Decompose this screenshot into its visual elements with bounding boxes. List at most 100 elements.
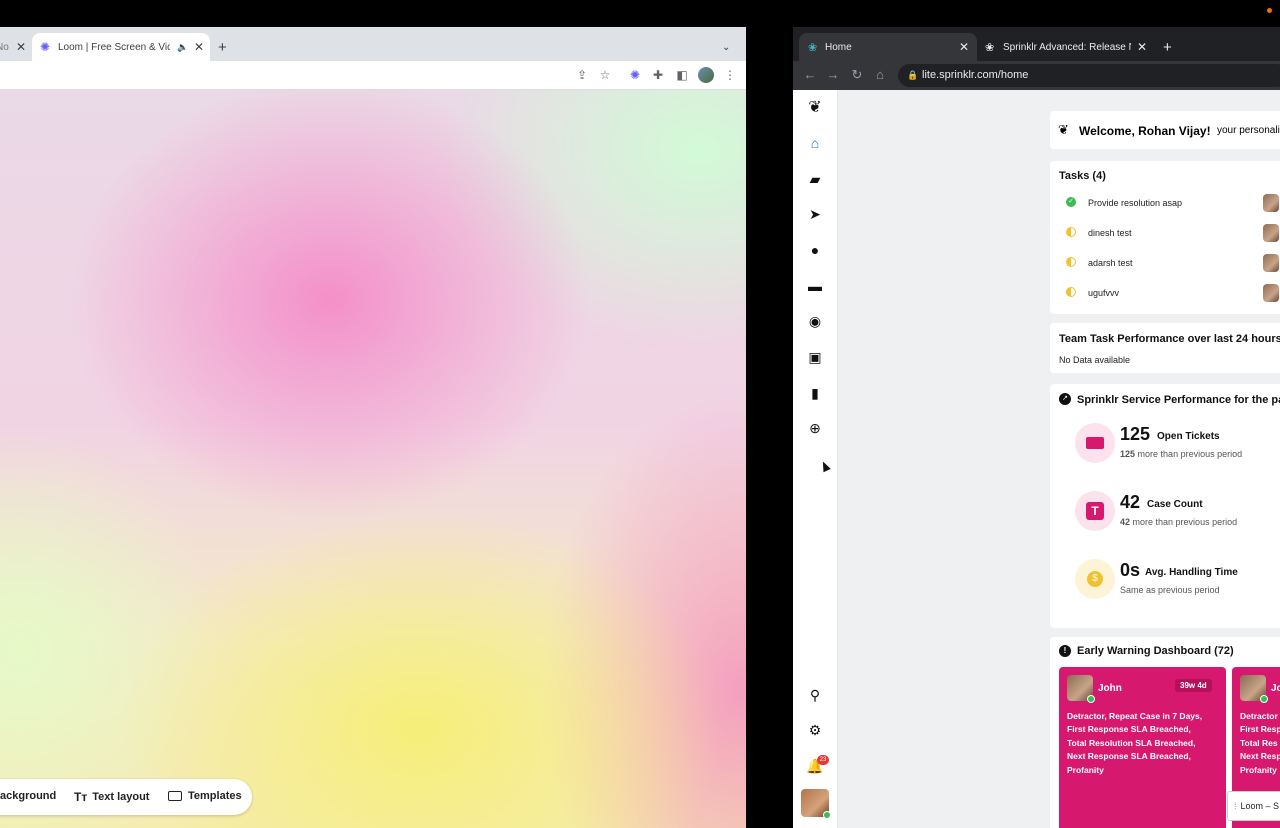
- close-icon[interactable]: ✕: [16, 40, 26, 54]
- task-label: dinesh test: [1088, 228, 1132, 238]
- extensions-puzzle-icon[interactable]: ✚: [650, 67, 666, 83]
- team-performance-title: Team Task Performance over last 24 hours: [1059, 333, 1280, 345]
- sprinklr-logo-icon[interactable]: ❦: [806, 99, 824, 117]
- assignee-avatar: [1263, 254, 1279, 272]
- tab-label: Loom | Free Screen & Vide: [58, 41, 170, 53]
- tab-release-notes[interactable]: ❀ Sprinklr Advanced: Release No ✕: [981, 33, 1161, 61]
- tasks-card: Tasks (4) ✓ Provide resolution asap dine…: [1050, 161, 1280, 314]
- ticket-metric-icon: [1075, 423, 1115, 463]
- team-performance-card: Team Task Performance over last 24 hours…: [1050, 323, 1280, 373]
- warning-reasons: Detractor First Resp Total Res Next Resp…: [1240, 710, 1280, 777]
- close-icon[interactable]: ✕: [194, 40, 204, 54]
- warning-line: Profanity: [1240, 764, 1277, 775]
- desktop: No ✕ ✺ Loom | Free Screen & Vide 🔈 ✕ + ⌄…: [0, 0, 1280, 828]
- side-panel-icon[interactable]: ◧: [674, 67, 690, 83]
- loom-browser-window: No ✕ ✺ Loom | Free Screen & Vide 🔈 ✕ + ⌄…: [0, 27, 746, 828]
- assignee-avatar: [1263, 224, 1279, 242]
- alert-circle-icon: !: [1059, 645, 1071, 657]
- close-icon[interactable]: ✕: [1137, 40, 1147, 54]
- contact-card-nav-icon[interactable]: ▣: [806, 348, 824, 366]
- new-tab-button[interactable]: +: [218, 33, 234, 61]
- home-icon[interactable]: ⌂: [872, 67, 888, 83]
- close-icon[interactable]: ✕: [959, 40, 969, 54]
- speaker-icon[interactable]: 🔈: [177, 42, 188, 53]
- check-circle-icon: ✓: [1066, 197, 1076, 207]
- reload-icon[interactable]: ↻: [849, 67, 865, 83]
- new-tab-button[interactable]: +: [1163, 33, 1179, 61]
- customer-name: Jo: [1271, 683, 1280, 694]
- url-text: lite.sprinklr.com/home: [922, 69, 1029, 81]
- left-toolbar: ⇪ ☆ ✺ ✚ ◧ ⋮: [0, 61, 746, 90]
- chat-nav-icon[interactable]: ▰: [806, 170, 824, 188]
- settings-gear-icon[interactable]: ⚙: [806, 721, 824, 739]
- loom-background-toolbar: ackground Tт Text layout Templates: [0, 779, 252, 815]
- case-metric-icon: T: [1075, 491, 1115, 531]
- metric-label: Open Tickets: [1157, 431, 1220, 442]
- metric-delta: 42: [1120, 517, 1131, 527]
- tab-home[interactable]: ❀ Home ✕: [799, 33, 977, 61]
- address-bar[interactable]: 🔒 lite.sprinklr.com/home: [898, 64, 1280, 87]
- profile-avatar-icon[interactable]: [698, 67, 714, 83]
- right-toolbar: ← → ↻ ⌂ 🔒 lite.sprinklr.com/home: [793, 61, 1280, 90]
- half-circle-status-icon: [1066, 227, 1076, 237]
- warning-line: Total Res: [1240, 737, 1278, 748]
- back-arrow-icon[interactable]: ←: [802, 67, 818, 83]
- assignee-avatar: [1263, 284, 1279, 302]
- right-tab-strip: ❀ Home ✕ ❀ Sprinklr Advanced: Release No…: [793, 27, 1280, 61]
- warning-line: Profanity: [1067, 764, 1104, 775]
- background-label: ackground: [0, 790, 57, 802]
- online-status-dot: [1260, 695, 1268, 703]
- loom-recording-popup[interactable]: ⁞ Loom – S: [1227, 791, 1280, 821]
- task-row[interactable]: dinesh test: [1050, 218, 1280, 248]
- background-button[interactable]: ackground: [0, 790, 56, 802]
- bar-chart-nav-icon[interactable]: ▮: [806, 384, 824, 402]
- menu-kebab-icon[interactable]: ⋮: [722, 67, 738, 83]
- text-layout-label: Text layout: [92, 791, 150, 803]
- home-nav-icon[interactable]: ⌂: [806, 134, 824, 152]
- welcome-suffix: your personali: [1217, 125, 1280, 136]
- sprinklr-favicon-icon: ❀: [808, 41, 818, 54]
- case-age-badge: 39w 4d: [1175, 679, 1212, 692]
- send-nav-icon[interactable]: ➤: [806, 205, 824, 223]
- warning-case-card[interactable]: John 39w 4d Detractor, Repeat Case in 7 …: [1059, 667, 1226, 828]
- tab-search-chevron-icon[interactable]: ⌄: [722, 33, 738, 61]
- lock-icon: 🔒: [907, 70, 919, 80]
- loom-extension-icon[interactable]: ✺: [627, 67, 643, 83]
- text-size-icon: Tт: [74, 790, 88, 804]
- share-icon[interactable]: ⇪: [574, 67, 590, 83]
- warning-line: First Response SLA Breached,: [1067, 724, 1191, 735]
- sprinklr-logo-icon: ❦: [1058, 122, 1069, 137]
- service-performance-title: Sprinklr Service Performance for the pa: [1077, 394, 1280, 406]
- warning-line: Next Resp: [1240, 751, 1280, 762]
- search-icon[interactable]: ⚲: [806, 686, 824, 704]
- online-status-dot: [823, 811, 831, 819]
- task-row[interactable]: adarsh test: [1050, 248, 1280, 278]
- warning-line: Detractor: [1240, 711, 1278, 721]
- ticket-nav-icon[interactable]: ▬: [806, 277, 824, 295]
- metric-delta: 125: [1120, 449, 1136, 459]
- warning-line: Next Response SLA Breached,: [1067, 751, 1191, 762]
- templates-button[interactable]: Templates: [168, 790, 242, 802]
- handling-time-metric-icon: $: [1075, 559, 1115, 599]
- text-layout-button[interactable]: Tт Text layout: [74, 790, 149, 804]
- loom-popup-label: Loom – S: [1240, 801, 1280, 811]
- forward-arrow-icon[interactable]: →: [825, 67, 841, 83]
- sprinklr-favicon-icon: ❀: [985, 41, 995, 54]
- globe-nav-icon[interactable]: ◉: [806, 312, 824, 330]
- metric-label: Case Count: [1147, 499, 1203, 510]
- warning-line: Detractor, Repeat Case in 7 Days,: [1067, 711, 1203, 721]
- messenger-nav-icon[interactable]: ●: [806, 241, 824, 259]
- half-circle-status-icon: [1066, 287, 1076, 297]
- bookmark-star-icon[interactable]: ☆: [597, 67, 613, 83]
- half-circle-status-icon: [1066, 257, 1076, 267]
- task-row[interactable]: ✓ Provide resolution asap: [1050, 188, 1280, 218]
- warning-line: Total Resolution SLA Breached,: [1067, 737, 1196, 748]
- metric-sub-text: more than previous period: [1132, 517, 1238, 527]
- add-circle-nav-icon[interactable]: ⊕: [806, 419, 824, 437]
- tab-partial[interactable]: No ✕: [0, 33, 30, 61]
- warning-reasons: Detractor, Repeat Case in 7 Days, First …: [1067, 710, 1202, 777]
- tab-loom[interactable]: ✺ Loom | Free Screen & Vide 🔈 ✕: [32, 33, 210, 61]
- metric-sub: Same as previous period: [1120, 585, 1220, 595]
- drag-handle-icon[interactable]: ⁞: [1234, 801, 1237, 811]
- task-row[interactable]: ugufvvv: [1050, 278, 1280, 308]
